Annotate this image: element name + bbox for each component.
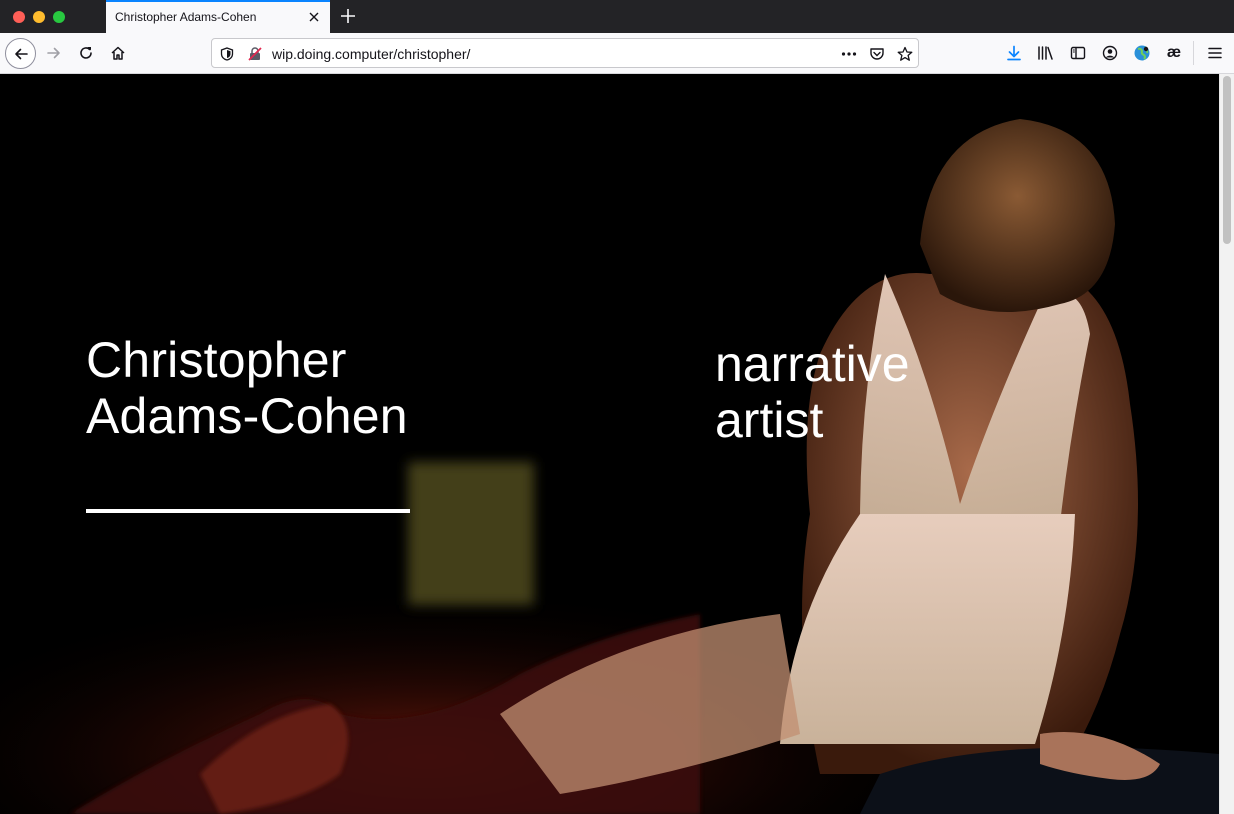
close-icon[interactable] — [306, 9, 322, 25]
page-scrollbar[interactable] — [1219, 74, 1234, 814]
download-icon[interactable] — [1003, 42, 1025, 64]
account-icon[interactable] — [1099, 42, 1121, 64]
home-button[interactable] — [104, 39, 132, 67]
extension-ae-button[interactable]: æ — [1163, 42, 1185, 64]
scrollbar-thumb[interactable] — [1223, 76, 1231, 244]
ellipsis-icon[interactable] — [840, 45, 858, 63]
insecure-lock-icon[interactable] — [246, 45, 264, 63]
shield-icon[interactable] — [218, 45, 236, 63]
globe-icon[interactable] — [1131, 42, 1153, 64]
navigation-toolbar: wip.doing.computer/christopher/ æ — [0, 33, 1234, 74]
tagline: narrative artist — [715, 336, 910, 448]
page-viewport: Christopher Adams-Cohen narrative artist — [0, 74, 1219, 814]
arrow-right-icon — [47, 47, 60, 59]
star-icon[interactable] — [896, 45, 914, 63]
arrow-left-icon — [14, 48, 28, 59]
stage-performance-photo — [0, 74, 1219, 814]
tab-strip: Christopher Adams-Cohen — [0, 0, 1234, 33]
minimize-window-button[interactable] — [33, 11, 45, 23]
new-tab-button[interactable] — [338, 6, 358, 26]
sidebar-icon[interactable] — [1067, 42, 1089, 64]
plus-icon — [341, 9, 355, 23]
forward-button[interactable] — [40, 39, 68, 67]
toolbar-divider — [1193, 41, 1194, 65]
title-underline — [86, 509, 410, 513]
tab-active[interactable]: Christopher Adams-Cohen — [106, 0, 330, 33]
hamburger-icon[interactable] — [1204, 42, 1226, 64]
extension-label: æ — [1166, 44, 1182, 61]
library-icon[interactable] — [1035, 42, 1057, 64]
back-button[interactable] — [5, 38, 36, 69]
home-icon — [111, 46, 125, 60]
reload-button[interactable] — [72, 39, 100, 67]
tagline-line-2: artist — [715, 392, 824, 448]
zoom-window-button[interactable] — [53, 11, 65, 23]
name-line-1: Christopher — [86, 332, 347, 388]
reload-icon — [80, 47, 92, 59]
tagline-line-1: narrative — [715, 336, 910, 392]
close-window-button[interactable] — [13, 11, 25, 23]
url-text[interactable]: wip.doing.computer/christopher/ — [272, 46, 470, 62]
page-title: Christopher Adams-Cohen — [86, 332, 408, 444]
name-line-2: Adams-Cohen — [86, 388, 408, 444]
pocket-icon[interactable] — [868, 45, 886, 63]
url-bar[interactable]: wip.doing.computer/christopher/ — [211, 38, 919, 68]
tab-title: Christopher Adams-Cohen — [115, 10, 257, 24]
